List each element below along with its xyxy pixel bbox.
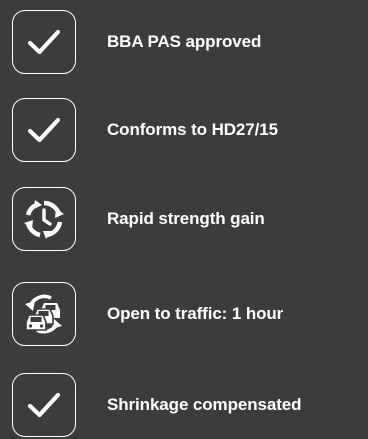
checkmark-icon — [12, 373, 76, 437]
feature-item-open-to-traffic: Open to traffic: 1 hour — [0, 282, 368, 354]
traffic-cars-icon — [12, 282, 76, 346]
feature-label: Open to traffic: 1 hour — [107, 304, 284, 323]
checkmark-icon — [12, 98, 76, 162]
feature-label: Shrinkage compensated — [107, 395, 302, 414]
feature-item-shrinkage-compensated: Shrinkage compensated — [0, 373, 368, 439]
feature-item-rapid-strength-gain: Rapid strength gain — [0, 187, 368, 259]
feature-label: BBA PAS approved — [107, 32, 262, 51]
feature-list: BBA PAS approved Conforms to HD27/15 Rap… — [0, 0, 368, 439]
feature-label: Conforms to HD27/15 — [107, 120, 278, 139]
clock-arrows-icon — [12, 187, 76, 251]
feature-item-bba-pas-approved: BBA PAS approved — [0, 10, 368, 82]
feature-label: Rapid strength gain — [107, 209, 265, 228]
checkmark-icon — [12, 10, 76, 74]
feature-item-conforms-hd27: Conforms to HD27/15 — [0, 98, 368, 170]
